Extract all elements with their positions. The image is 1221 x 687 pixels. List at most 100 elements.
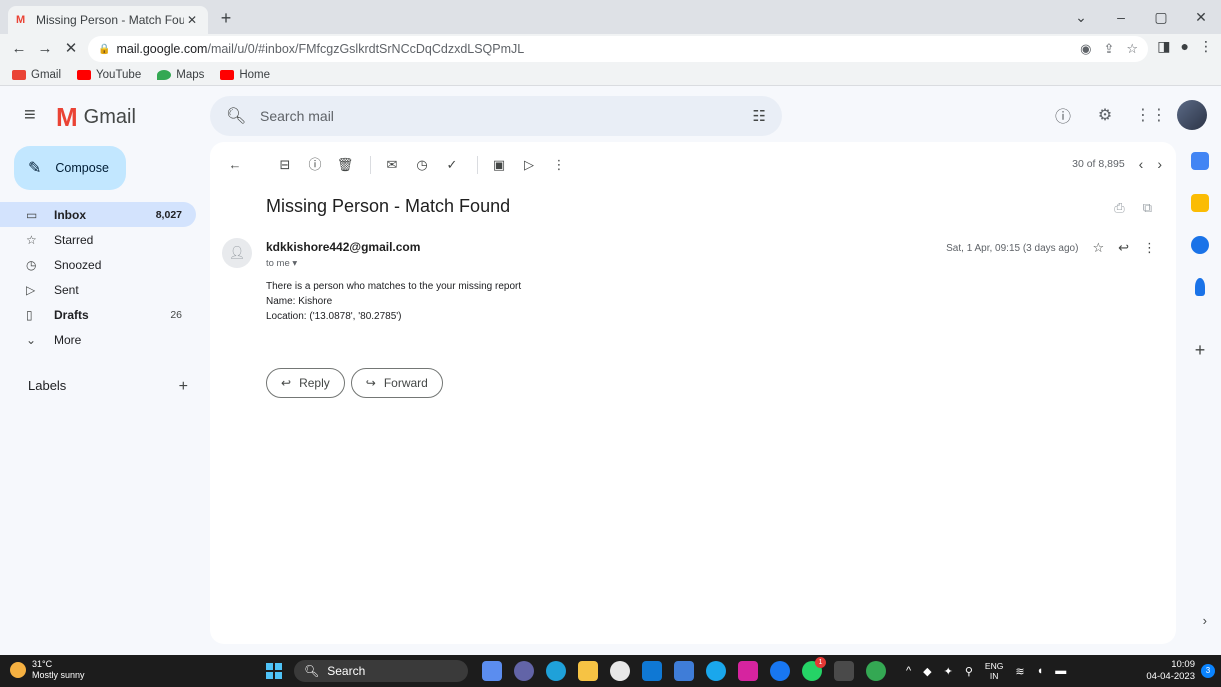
sidebar-item-sent[interactable]: ▷ Sent <box>0 277 196 302</box>
report-spam-icon[interactable]: ⓘ <box>302 152 328 178</box>
file-explorer-icon[interactable] <box>578 661 598 681</box>
move-to-icon[interactable]: ▣ <box>486 152 512 178</box>
task-view-icon[interactable] <box>482 661 502 681</box>
language-indicator[interactable]: ENG IN <box>985 661 1003 681</box>
settings-gear-icon[interactable]: ⚙ <box>1093 105 1117 125</box>
windows-start-icon[interactable] <box>266 663 282 679</box>
newer-icon[interactable]: ‹ <box>1139 156 1144 172</box>
help-icon[interactable]: ⓘ <box>1051 103 1075 127</box>
sidebar-item-snoozed[interactable]: ◷ Snoozed <box>0 252 196 277</box>
terminal-icon[interactable] <box>834 661 854 681</box>
tab-search-icon[interactable]: ⌄ <box>1061 0 1101 34</box>
gmail-logo[interactable]: M Gmail <box>56 102 136 133</box>
bookmark-star-icon[interactable]: ☆ <box>1126 41 1138 57</box>
instagram-icon[interactable] <box>738 661 758 681</box>
sender-email[interactable]: kdkkishore442@gmail.com <box>266 240 420 254</box>
new-tab-button[interactable]: + <box>214 7 238 31</box>
url-host: mail.google.com <box>116 42 208 56</box>
wifi-icon[interactable]: ≋ <box>1015 665 1024 678</box>
show-side-panel-icon[interactable]: › <box>1203 613 1207 628</box>
weather-widget[interactable]: 31°C Mostly sunny <box>10 659 85 681</box>
close-tab-icon[interactable]: ✕ <box>184 13 200 27</box>
recipient-details[interactable]: to me ▾ <box>266 258 297 269</box>
lock-icon[interactable]: 🔒 <box>98 44 110 55</box>
forward-button[interactable]: ↪ Forward <box>350 368 443 398</box>
bookmark-home[interactable]: Home <box>220 69 270 81</box>
bookmark-maps[interactable]: Maps <box>157 69 204 81</box>
get-addons-icon[interactable]: + <box>1195 340 1206 361</box>
search-options-icon[interactable]: ☷ <box>753 107 766 125</box>
reply-button[interactable]: ↩ Reply <box>266 368 345 398</box>
eye-icon[interactable]: ◉ <box>1080 41 1091 57</box>
back-to-inbox-icon[interactable]: ← <box>222 152 248 178</box>
more-actions-icon[interactable]: ⋮ <box>546 152 572 178</box>
add-task-icon[interactable]: ✓ <box>439 152 465 178</box>
reply-icon[interactable]: ↩ <box>1118 240 1129 256</box>
back-icon[interactable]: ← <box>6 36 32 62</box>
chrome-icon[interactable] <box>866 661 886 681</box>
side-panel-icon[interactable]: ◨ <box>1157 38 1170 55</box>
label-icon[interactable]: ▷ <box>516 152 542 178</box>
print-icon[interactable]: ⎙ <box>1114 200 1124 216</box>
stop-loading-icon[interactable]: ✕ <box>58 36 84 62</box>
sidebar-item-more[interactable]: ⌄ More <box>0 327 196 352</box>
account-avatar[interactable] <box>1177 100 1207 130</box>
profile-icon[interactable]: ● <box>1181 38 1189 55</box>
snooze-icon[interactable]: ◷ <box>409 152 435 178</box>
maximize-icon[interactable]: ▢ <box>1141 0 1181 34</box>
contacts-icon[interactable] <box>1195 278 1205 296</box>
share-icon[interactable]: ⇪ <box>1103 41 1114 57</box>
edge-icon[interactable] <box>546 661 566 681</box>
minimize-icon[interactable]: – <box>1101 0 1141 34</box>
older-icon[interactable]: › <box>1157 156 1162 172</box>
sidebar-item-inbox[interactable]: ▭ Inbox 8,027 <box>0 202 196 227</box>
facebook-icon[interactable] <box>770 661 790 681</box>
apps-grid-icon[interactable]: ⋮⋮ <box>1135 105 1167 125</box>
search-input[interactable] <box>260 108 753 124</box>
show-hidden-icons-icon[interactable]: ^ <box>906 665 911 677</box>
teams-icon[interactable] <box>514 661 534 681</box>
tab-title: Missing Person - Match Found - <box>36 13 184 27</box>
clock[interactable]: 10:09 04-04-2023 <box>1146 659 1195 683</box>
cortana-icon[interactable] <box>706 661 726 681</box>
youtube-bookmark-icon <box>77 69 92 80</box>
whatsapp-icon[interactable]: 1 <box>802 657 826 681</box>
tray-app-icon[interactable]: ✦ <box>944 665 953 678</box>
search-icon[interactable]: 🔍︎ <box>226 106 250 126</box>
notification-badge[interactable]: 3 <box>1201 664 1215 678</box>
sidebar-item-drafts[interactable]: ▯ Drafts 26 <box>0 302 196 327</box>
main-menu-icon[interactable]: ≡ <box>24 104 36 127</box>
browser-menu-icon[interactable]: ⋮ <box>1199 38 1213 55</box>
compose-label: Compose <box>55 161 109 175</box>
create-label-icon[interactable]: + <box>179 378 188 396</box>
bookmark-youtube[interactable]: YouTube <box>77 69 141 81</box>
battery-icon[interactable]: ▬ <box>1055 665 1066 677</box>
inbox-icon: ▭ <box>26 207 38 222</box>
bookmark-gmail[interactable]: Gmail <box>12 69 61 81</box>
address-bar[interactable]: 🔒 mail.google.com/mail/u/0/#inbox/FMfcgz… <box>88 36 1148 62</box>
star-message-icon[interactable]: ☆ <box>1092 240 1104 256</box>
mark-unread-icon[interactable]: ✉︎ <box>379 152 405 178</box>
sidebar-item-starred[interactable]: ☆ Starred <box>0 227 196 252</box>
keep-icon[interactable] <box>1191 194 1209 212</box>
github-icon[interactable] <box>610 661 630 681</box>
browser-tab[interactable]: M Missing Person - Match Found - ✕ <box>8 6 208 34</box>
mail-app-icon[interactable] <box>642 661 662 681</box>
usb-icon[interactable]: ⚲ <box>965 665 973 678</box>
window-close-icon[interactable]: ✕ <box>1181 0 1221 34</box>
message-more-icon[interactable]: ⋮ <box>1143 240 1156 256</box>
body-line: Location: ('13.0878', '80.2785') <box>266 311 402 322</box>
tray-app-icon[interactable]: ◆ <box>923 665 931 678</box>
pencil-icon: ✎ <box>28 160 42 177</box>
volume-icon[interactable]: ◖ <box>1037 665 1044 677</box>
calendar-icon[interactable] <box>1191 152 1209 170</box>
taskbar-search[interactable]: 🔍︎ Search <box>294 660 468 682</box>
tasks-icon[interactable] <box>1191 236 1209 254</box>
open-in-new-window-icon[interactable]: ⧉ <box>1143 200 1152 216</box>
forward-icon[interactable]: → <box>32 36 58 62</box>
compose-button[interactable]: ✎ Compose <box>14 146 126 190</box>
store-icon[interactable] <box>674 661 694 681</box>
sidebar-item-label: Drafts <box>54 307 89 322</box>
archive-icon[interactable]: ⊟ <box>272 152 298 178</box>
delete-icon[interactable]: 🗑︎ <box>332 152 358 178</box>
